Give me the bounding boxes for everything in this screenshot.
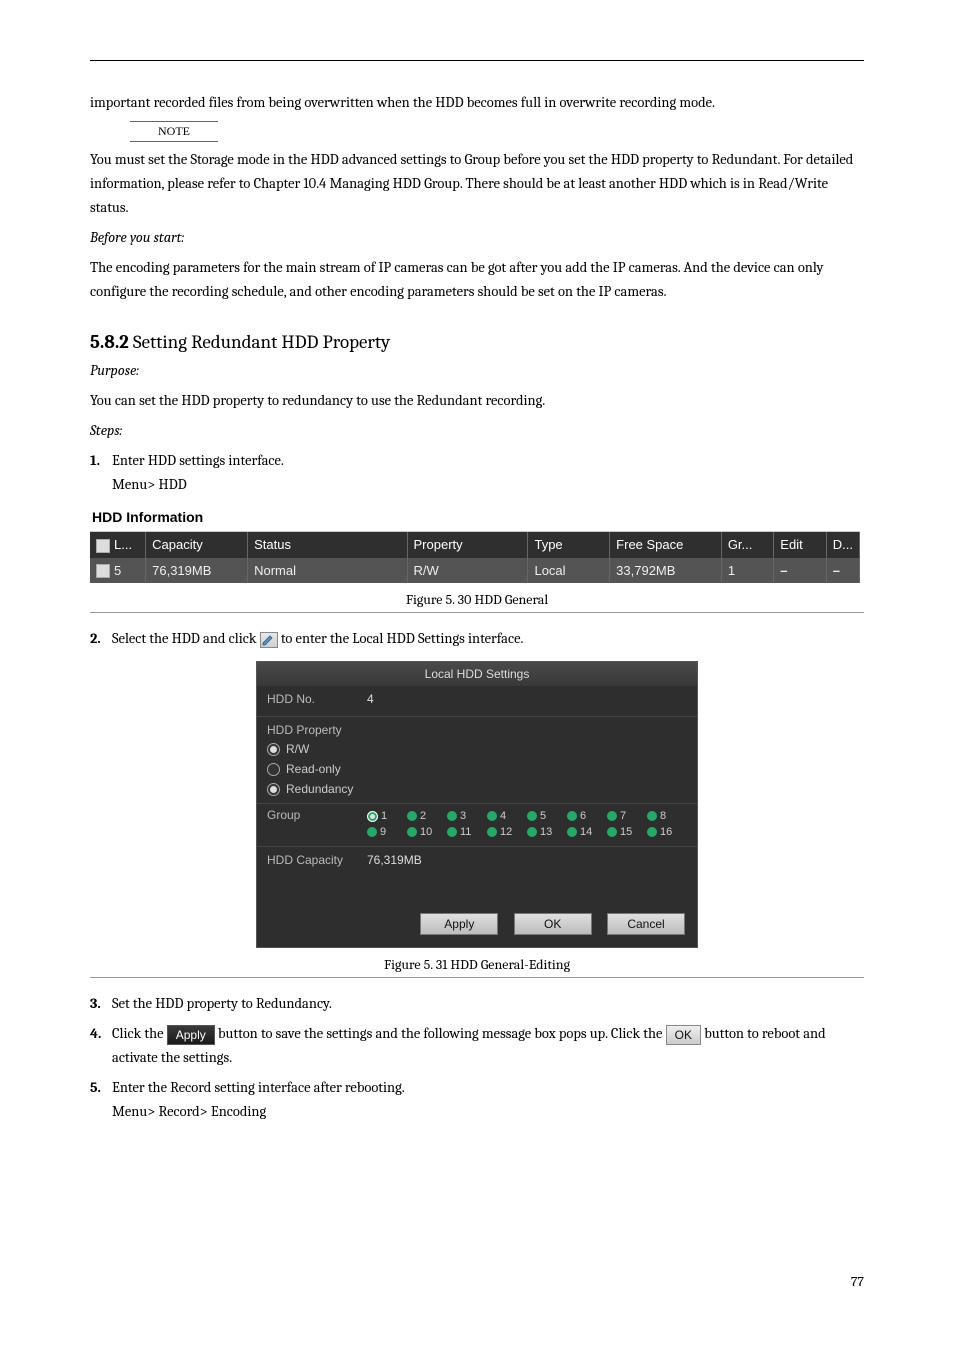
group-option[interactable]: 11 [447,824,487,840]
hdd-capacity-value: 76,319MB [367,853,687,867]
hdd-info-title: HDD Information [90,507,860,532]
dialog-title: Local HDD Settings [257,662,697,686]
steps-label: Steps: [90,422,122,439]
before-label: Before you start: [90,229,184,246]
section-heading: 5.8.2 Setting Redundant HDD Property [90,331,864,353]
group-option[interactable]: 8 [647,808,687,824]
step-number: 2. [90,627,112,651]
radio-redundancy[interactable]: Redundancy [257,779,697,799]
checkbox-header[interactable] [96,539,110,553]
step-number: 5. [90,1076,112,1124]
group-option[interactable]: 5 [527,808,567,824]
step-text: Select the HDD and click [112,630,260,647]
before-text: The encoding parameters for the main str… [90,259,824,300]
edit-icon [260,632,278,648]
hdd-capacity-label: HDD Capacity [267,853,367,867]
group-option[interactable]: 4 [487,808,527,824]
page-number: 77 [851,1273,864,1290]
row-checkbox[interactable] [96,564,110,578]
group-option[interactable]: 10 [407,824,447,840]
figure-caption: Figure 5. 31 HDD General-Editing [384,956,570,973]
delete-cell[interactable]: – [826,558,859,584]
figure-caption: Figure 5. 30 HDD General [406,591,548,608]
step-text: Enter HDD settings interface. [112,452,284,469]
cancel-button[interactable]: Cancel [607,913,685,935]
hdd-no-label: HDD No. [267,692,367,706]
group-option[interactable]: 2 [407,808,447,824]
group-option[interactable]: 9 [367,824,407,840]
group-option[interactable]: 13 [527,824,567,840]
step-number: 4. [90,1022,112,1070]
purpose-text: You can set the HDD property to redundan… [90,392,545,409]
group-label: Group [267,808,367,822]
group-option[interactable]: 16 [647,824,687,840]
paragraph-text: important recorded files from being over… [90,94,715,111]
hdd-no-value: 4 [367,692,687,706]
note-text: You must set the Storage mode in the HDD… [90,151,853,216]
step-text: Click the [112,1025,167,1042]
group-option[interactable]: 14 [567,824,607,840]
hdd-information-table: HDD Information L... Capacity Status Pro… [90,507,860,583]
group-option[interactable]: 15 [607,824,647,840]
apply-button[interactable]: Apply [420,913,498,935]
group-option[interactable]: 7 [607,808,647,824]
group-option[interactable]: 1 [367,808,407,824]
table-row[interactable]: 5 76,319MB Normal R/W Local 33,792MB 1 –… [90,558,860,584]
step-path: Menu> HDD [112,476,187,493]
step-text: to enter the Local HDD Settings interfac… [281,630,524,647]
step-path: Menu> Record> Encoding [112,1103,266,1120]
radio-readonly[interactable]: Read-only [257,759,697,779]
group-option[interactable]: 3 [447,808,487,824]
note-box: NOTE [130,121,218,142]
step-number: 1. [90,449,112,497]
group-option[interactable]: 12 [487,824,527,840]
apply-button-img: Apply [167,1025,215,1045]
ok-button-img: OK [666,1025,701,1045]
hdd-property-label: HDD Property [257,717,697,739]
step-text: Set the HDD property to Redundancy. [112,995,332,1012]
step-number: 3. [90,992,112,1016]
group-option[interactable]: 6 [567,808,607,824]
edit-cell[interactable]: – [774,558,826,584]
step-text: Enter the Record setting interface after… [112,1079,405,1096]
step-text: button to save the settings and the foll… [218,1025,666,1042]
local-hdd-settings-dialog: Local HDD Settings HDD No. 4 HDD Propert… [256,661,698,948]
radio-rw[interactable]: R/W [257,739,697,759]
purpose-label: Purpose: [90,362,139,379]
ok-button[interactable]: OK [514,913,592,935]
